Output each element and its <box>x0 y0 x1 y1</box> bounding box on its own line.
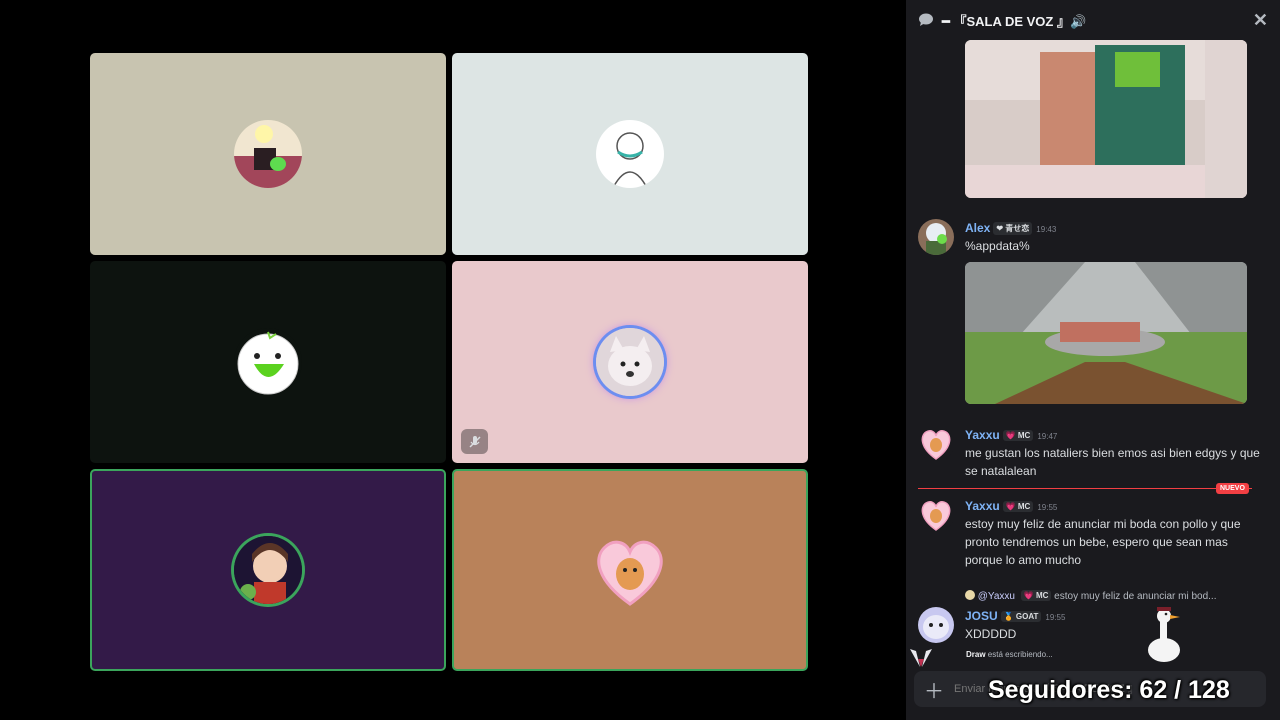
reply-mention[interactable]: @Yaxxu <box>978 591 1015 602</box>
username[interactable]: Yaxxu <box>965 499 1000 513</box>
username[interactable]: Yaxxu <box>965 428 1000 442</box>
image-attachment[interactable] <box>965 262 1247 404</box>
wings-sticker <box>910 649 932 667</box>
participant-avatar <box>234 536 302 604</box>
voice-tile-2[interactable] <box>452 53 808 255</box>
typing-text: está escribiendo... <box>985 650 1053 659</box>
app-window: ━ 『SALA DE VOZ 』🔊 ✕ Alex ❤ 青せ恋 19:43 %appd… <box>0 0 1280 720</box>
role-tag: 💗 MC <box>1002 501 1034 512</box>
muted-mic-icon <box>461 429 488 454</box>
participant-avatar <box>596 328 664 396</box>
image-attachment[interactable] <box>965 40 1247 198</box>
username[interactable]: JOSU <box>965 609 998 623</box>
voice-tile-4[interactable] <box>452 261 808 463</box>
participant-avatar <box>234 328 302 396</box>
goose-sticker <box>1148 607 1180 662</box>
voice-tile-1[interactable] <box>90 53 446 255</box>
message-text: me gustan los nataliers bien emos asi bi… <box>965 446 1260 478</box>
reply-role-tag: 💗 MC <box>1020 590 1052 601</box>
participant-avatar <box>590 530 670 610</box>
typing-user: Draw <box>966 650 986 659</box>
voice-tile-6[interactable] <box>452 469 808 671</box>
timestamp: 19:55 <box>1045 613 1066 622</box>
role-tag: 💗 MC <box>1002 430 1034 441</box>
chat-panel: ━ 『SALA DE VOZ 』🔊 ✕ Alex ❤ 青せ恋 19:43 %appd… <box>906 0 1280 720</box>
typing-indicator: Draw está escribiendo... <box>966 650 1053 659</box>
new-badge: NUEVO <box>1216 483 1249 494</box>
username[interactable]: Alex <box>965 221 990 235</box>
new-messages-divider <box>918 488 1252 489</box>
voice-tile-5[interactable] <box>90 469 446 671</box>
timestamp: 19:55 <box>1037 503 1058 512</box>
role-tag: ❤ 青せ恋 <box>993 222 1033 235</box>
message-text: XDDDDD <box>965 627 1017 641</box>
reply-text: estoy muy feliz de anunciar mi bod... <box>1054 591 1217 602</box>
user-avatar[interactable] <box>918 426 954 462</box>
user-avatar[interactable] <box>918 219 954 255</box>
message-text: estoy muy feliz de anunciar mi boda con … <box>965 517 1241 567</box>
chat-bubble-icon <box>918 13 934 27</box>
voice-grid <box>90 53 808 671</box>
close-icon[interactable]: ✕ <box>1253 10 1268 31</box>
add-attachment-button[interactable]: ＋ <box>914 675 954 704</box>
message-text: %appdata% <box>965 239 1030 253</box>
voice-tile-3[interactable] <box>90 261 446 463</box>
reply-preview[interactable]: @Yaxxu 💗 MC estoy muy feliz de anunciar … <box>965 590 1216 602</box>
user-avatar[interactable] <box>918 607 954 643</box>
participant-avatar <box>596 120 664 188</box>
user-avatar[interactable] <box>918 497 954 533</box>
role-tag: 🏅 GOAT <box>1000 611 1042 622</box>
chat-header: ━ 『SALA DE VOZ 』🔊 ✕ <box>906 0 1280 40</box>
participant-avatar <box>234 120 302 188</box>
reply-avatar-icon <box>965 590 975 600</box>
channel-title: ━ 『SALA DE VOZ 』🔊 <box>942 13 1087 29</box>
timestamp: 19:43 <box>1036 225 1057 234</box>
timestamp: 19:47 <box>1037 432 1058 441</box>
followers-counter: Seguidores: 62 / 128 <box>988 676 1230 704</box>
